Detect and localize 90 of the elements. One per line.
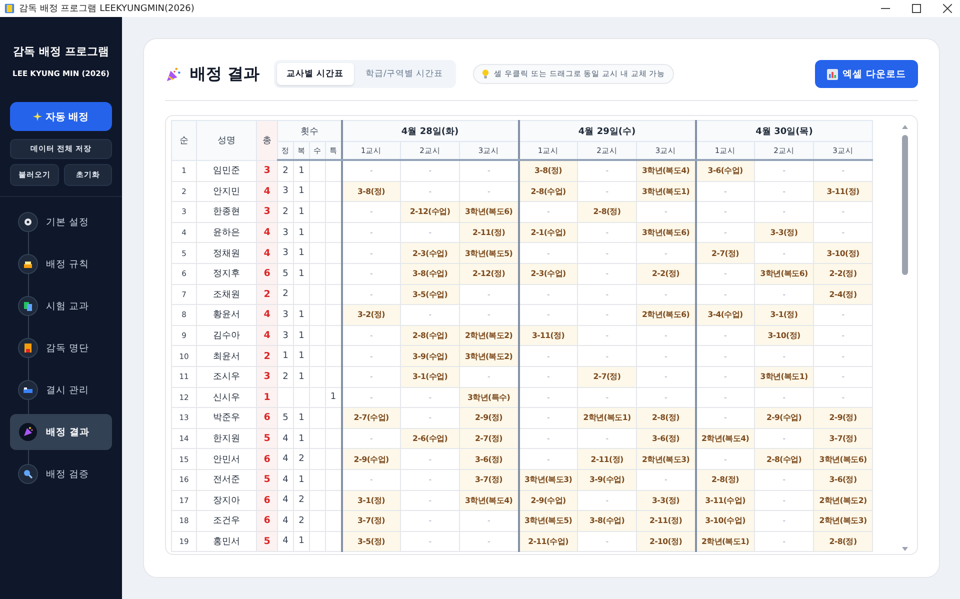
- excel-download-button[interactable]: 엑셀 다운로드: [814, 60, 918, 88]
- table-cell: 3: [282, 310, 288, 320]
- table-cell: 5: [256, 469, 278, 490]
- step-icon: [18, 338, 38, 358]
- table-cell: 2: [282, 206, 288, 217]
- auto-assign-button[interactable]: 자동 배정: [10, 102, 112, 131]
- table-cell: 2: [256, 284, 278, 305]
- table-cell: 4: [282, 495, 288, 506]
- lightbulb-icon: [482, 69, 490, 79]
- table-cell: 1: [282, 351, 288, 362]
- table-cell: 1: [298, 412, 304, 423]
- table-cell: 1: [298, 186, 304, 196]
- column-group-header: 횟수: [278, 120, 342, 142]
- day-header: 4월 30일(목): [696, 120, 873, 142]
- table-cell: 4: [282, 454, 288, 464]
- step-icon: [18, 464, 38, 484]
- table-cell: 2: [298, 516, 304, 526]
- nav-item[interactable]: 배정 결과: [10, 414, 112, 450]
- close-icon[interactable]: [943, 4, 952, 13]
- step-icon: [18, 212, 38, 232]
- table-cell: 5: [256, 428, 278, 449]
- app-icon: [4, 3, 15, 14]
- table-cell: 1: [298, 228, 304, 238]
- table-cell: 2: [282, 372, 288, 382]
- table-cell: 3: [256, 366, 278, 388]
- table-cell: 4: [256, 325, 278, 346]
- table-cell: 5: [256, 531, 278, 552]
- table-cell: 4: [256, 304, 278, 326]
- table-cell: 1: [298, 268, 304, 279]
- step-icon: [18, 380, 38, 400]
- step-icon: [18, 254, 38, 274]
- view-tab[interactable]: 교사별 시간표: [276, 63, 354, 85]
- table-cell: 6: [256, 263, 278, 284]
- table-cell: 5: [282, 412, 288, 423]
- table-cell: 3: [256, 160, 278, 182]
- table-cell: 2: [282, 289, 288, 300]
- nav-item[interactable]: 배정 검증: [10, 456, 112, 492]
- column-header: 순: [172, 120, 196, 160]
- view-tab[interactable]: 학급/구역별 시간표: [356, 63, 454, 85]
- table-cell: 4: [256, 242, 278, 264]
- table-cell: 3: [282, 186, 288, 196]
- table-cell: 5: [282, 268, 288, 279]
- table-cell: 6: [256, 448, 278, 470]
- table-cell: 3: [282, 248, 288, 258]
- page-title: 배정 결과: [190, 64, 260, 84]
- day-header: 4월 29일(수): [518, 120, 696, 142]
- nav-item[interactable]: 감독 명단: [10, 330, 112, 366]
- table-cell: 1: [298, 474, 304, 485]
- nav-item[interactable]: 시험 교과: [10, 288, 112, 324]
- table-cell: 4: [282, 516, 288, 526]
- table-cell: 4: [282, 474, 288, 485]
- nav-item[interactable]: 배정 규칙: [10, 246, 112, 282]
- window-title: 감독 배정 프로그램 LEEKYUNGMIN(2026): [19, 3, 194, 15]
- chart-icon: [826, 68, 838, 80]
- table-cell: 1: [298, 351, 304, 362]
- table-cell: 4: [282, 536, 288, 546]
- table-cell: 1: [298, 330, 304, 341]
- table-cell: 2: [282, 166, 288, 176]
- column-header: 총: [256, 120, 278, 160]
- step-icon: [18, 422, 38, 442]
- table-cell: 4: [256, 222, 278, 243]
- table-cell: 1: [298, 206, 304, 217]
- app-title: 감독 배정 프로그램: [13, 44, 109, 59]
- column-header: 성명: [196, 120, 256, 160]
- table-cell: 1: [256, 387, 278, 408]
- table-cell: 4: [282, 434, 288, 444]
- table-cell: 3: [256, 202, 278, 222]
- sparkle-icon: [33, 112, 42, 121]
- maximize-icon[interactable]: [912, 4, 921, 13]
- table-cell: 6: [256, 408, 278, 428]
- nav-item[interactable]: 결시 관리: [10, 372, 112, 408]
- table-cell: 4: [256, 181, 278, 202]
- table-cell: 2: [256, 346, 278, 366]
- table-cell: 1: [298, 248, 304, 258]
- nav-item[interactable]: 기본 설정: [10, 204, 112, 240]
- table-cell: 6: [256, 490, 278, 511]
- table-cell: 3: [282, 330, 288, 341]
- table-cell: 1: [298, 310, 304, 320]
- table-cell: 1: [330, 392, 336, 402]
- step-icon: [18, 296, 38, 316]
- table-cell: 2: [298, 454, 304, 464]
- table-cell: 6: [256, 510, 278, 532]
- table-cell: 1: [298, 536, 304, 546]
- table-cell: 2: [298, 495, 304, 506]
- table-cell: 3: [282, 228, 288, 238]
- table-cell: 1: [298, 166, 304, 176]
- party-popper-icon: [165, 66, 182, 82]
- table-cell: 1: [298, 434, 304, 444]
- day-header: 4월 28일(화): [342, 120, 518, 142]
- table-cell: 1: [298, 372, 304, 382]
